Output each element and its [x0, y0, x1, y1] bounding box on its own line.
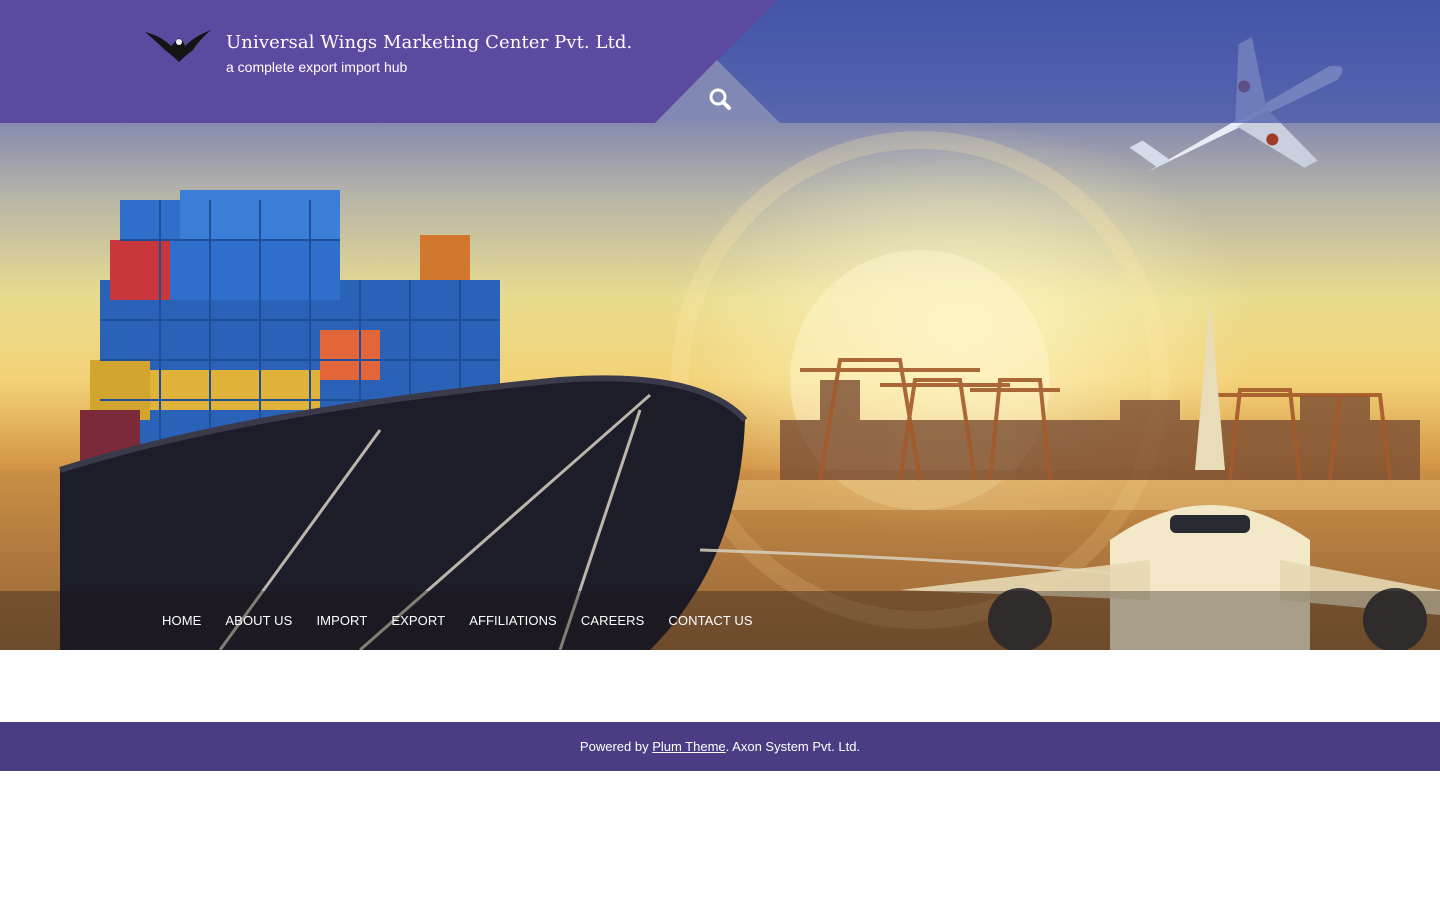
main-navigation: HOME ABOUT US IMPORT EXPORT AFFILIATIONS…: [0, 591, 1440, 650]
nav-item-about-us[interactable]: ABOUT US: [225, 613, 292, 628]
footer-powered-by: Powered by: [579, 739, 653, 754]
site-title[interactable]: Universal Wings Marketing Center Pvt. Lt…: [226, 32, 632, 53]
nav-item-contact-us[interactable]: CONTACT US: [668, 613, 752, 628]
site-tagline: a complete export import hub: [226, 59, 408, 75]
nav-item-careers[interactable]: CAREERS: [581, 613, 645, 628]
hero-banner: Universal Wings Marketing Center Pvt. Lt…: [0, 0, 1440, 650]
eagle-logo-icon[interactable]: [143, 26, 213, 64]
nav-list: HOME ABOUT US IMPORT EXPORT AFFILIATIONS…: [162, 591, 777, 650]
search-button[interactable]: [703, 82, 737, 116]
plum-theme-link[interactable]: Plum Theme: [652, 739, 725, 754]
site-footer: Powered by Plum Theme. Axon System Pvt. …: [0, 722, 1440, 771]
nav-item-import[interactable]: IMPORT: [316, 613, 367, 628]
footer-company: . Axon System Pvt. Ltd.: [725, 739, 861, 754]
nav-item-home[interactable]: HOME: [162, 613, 201, 628]
nav-item-export[interactable]: EXPORT: [391, 613, 445, 628]
nav-item-affiliations[interactable]: AFFILIATIONS: [469, 613, 557, 628]
search-icon: [709, 88, 731, 110]
